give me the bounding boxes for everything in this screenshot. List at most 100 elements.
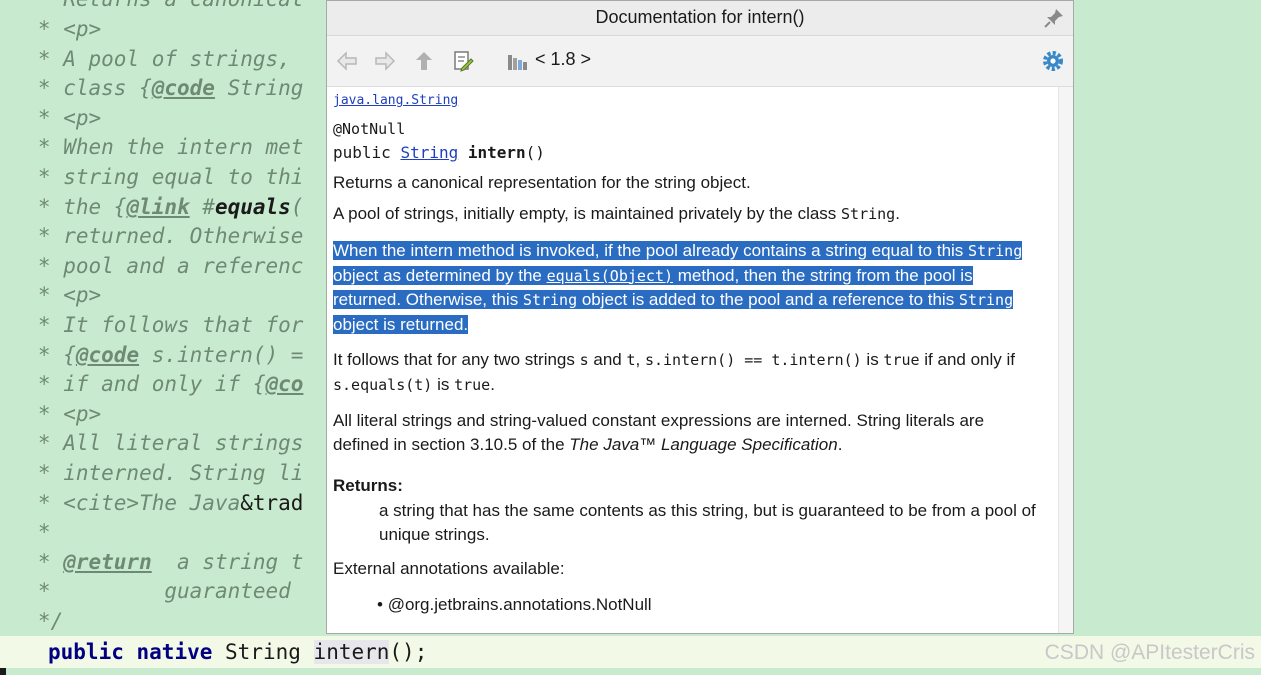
doc-paragraph-literals: All literal strings and string-valued co… [333, 409, 1033, 456]
doc-summary: Returns a canonical representation for t… [333, 173, 751, 192]
comment-prefix: * [0, 283, 64, 307]
comment-line: * if and only if {@co [0, 369, 304, 399]
code-s: s [579, 351, 589, 369]
comment-token: s.intern() = [139, 343, 304, 367]
watermark: CSDN @APItesterCris [1044, 641, 1255, 664]
forward-arrow-icon[interactable] [373, 49, 397, 73]
gutter-mark [0, 668, 6, 675]
comment-prefix: * [0, 17, 64, 41]
comment-line: * class {@code String [0, 73, 304, 103]
code-string: String [968, 242, 1023, 260]
comment-token: @code [75, 343, 140, 367]
eq-end: . [490, 374, 495, 394]
comment-prefix: * [0, 165, 64, 189]
signature-params: () [525, 143, 545, 162]
comment-prefix: * [0, 76, 64, 100]
eq-iff: if and only if [919, 350, 1015, 369]
comment-token: { [63, 343, 76, 367]
comment-line: * returned. Otherwise [0, 221, 304, 251]
comment-prefix: * [0, 106, 64, 130]
comment-line: * <p> [0, 14, 101, 44]
documentation-popup[interactable]: Documentation for intern() < 1.8 > java.… [326, 0, 1074, 634]
comment-prefix: * [0, 550, 64, 574]
comment-token: String [214, 76, 304, 100]
comment-prefix: * [0, 520, 51, 544]
popup-title-bar[interactable]: Documentation for intern() [327, 1, 1073, 36]
comment-token: a string t [151, 550, 304, 574]
comment-token: # [189, 195, 215, 219]
package-link[interactable]: java.lang.String [333, 93, 458, 108]
sel-text-b: object as determined by the [333, 265, 547, 285]
gear-icon[interactable] [1041, 49, 1065, 73]
comment-token: When the intern met [63, 135, 304, 159]
comment-token: <p> [63, 17, 102, 41]
keyword-public: public [48, 640, 124, 664]
comment-line: * <p> [0, 103, 101, 133]
comment-line: * string equal to thi [0, 162, 304, 192]
comment-line: * the {@link #equals( [0, 192, 304, 222]
eq-and: and [588, 350, 627, 369]
literals-end: . [837, 434, 843, 454]
comment-token: string equal to thi [63, 165, 304, 189]
comment-prefix: * [0, 402, 64, 426]
comment-prefix: */ [0, 609, 64, 633]
comment-prefix: * [0, 491, 64, 515]
comment-line: * Returns a canonical [0, 0, 304, 14]
doc-paragraph-selected: When the intern method is invoked, if th… [333, 239, 1023, 336]
pool-text: A pool of strings, initially empty, is m… [333, 204, 842, 223]
comment-token: @code [151, 76, 215, 100]
up-arrow-icon[interactable] [412, 49, 436, 73]
comment-prefix: * [0, 195, 64, 219]
code-true: true [883, 351, 920, 369]
comment-prefix: * [0, 0, 63, 11]
comment-prefix: * [0, 431, 64, 455]
comment-line: * <p> [0, 399, 101, 429]
jdk-version-selector[interactable]: < 1.8 > [535, 49, 591, 70]
comment-prefix: * [0, 47, 64, 71]
comment-token: interned. String li [63, 461, 304, 485]
return-type: String [225, 640, 301, 664]
comment-line: * [0, 517, 51, 547]
eq-comma: , [635, 350, 645, 369]
returns-description: a string that has the same contents as t… [379, 501, 1036, 544]
equals-object-link[interactable]: equals(Object) [547, 267, 673, 285]
code-expr: s.intern() == t.intern() [644, 351, 862, 369]
code-true: true [454, 375, 491, 394]
comment-line: * guaranteed [0, 576, 291, 606]
comment-token: @co [265, 372, 304, 396]
external-annotation-item: • @org.jetbrains.annotations.NotNull [377, 595, 652, 615]
method-params: (); [389, 640, 428, 664]
comment-prefix: * [0, 372, 64, 396]
signature-method-name: intern [467, 143, 526, 162]
eq-is2: is [432, 374, 455, 394]
comment-prefix: * [0, 579, 165, 603]
external-docs-icon[interactable] [505, 49, 529, 73]
comment-token: @link [126, 195, 190, 219]
popup-title: Documentation for intern() [595, 7, 805, 27]
method-name-intern[interactable]: intern [313, 640, 390, 664]
comment-token: &trad [240, 491, 304, 515]
comment-token: guaranteed [164, 579, 291, 603]
doc-toolbar: < 1.8 > [327, 36, 1073, 87]
comment-prefix: * [0, 313, 64, 337]
pool-end: . [895, 204, 900, 223]
comment-token: pool and a referenc [63, 254, 304, 278]
comment-token: class { [63, 76, 152, 100]
sel-text-d: object is added to the pool and a refere… [577, 290, 959, 309]
back-arrow-icon[interactable] [335, 49, 359, 73]
eq-text-a: It follows that for any two strings [333, 350, 580, 369]
comment-line: */ [0, 606, 63, 636]
comment-line: * pool and a referenc [0, 251, 304, 281]
comment-line: * <cite>The Java&trad [0, 488, 304, 518]
external-annotation-name: @org.jetbrains.annotations.NotNull [387, 595, 652, 614]
jls-citation: The Java™ Language Specification [569, 434, 838, 454]
signature-modifier: public [333, 143, 391, 162]
comment-token: equals [214, 195, 291, 219]
comment-prefix: * [0, 254, 64, 278]
doc-scrollbar[interactable] [1058, 87, 1073, 633]
string-type-link[interactable]: String [400, 143, 458, 162]
edit-source-icon[interactable] [451, 49, 475, 73]
doc-content[interactable]: java.lang.String @NotNull public String … [327, 87, 1057, 633]
comment-token: if and only if { [63, 372, 266, 396]
pin-icon[interactable] [1043, 7, 1065, 29]
